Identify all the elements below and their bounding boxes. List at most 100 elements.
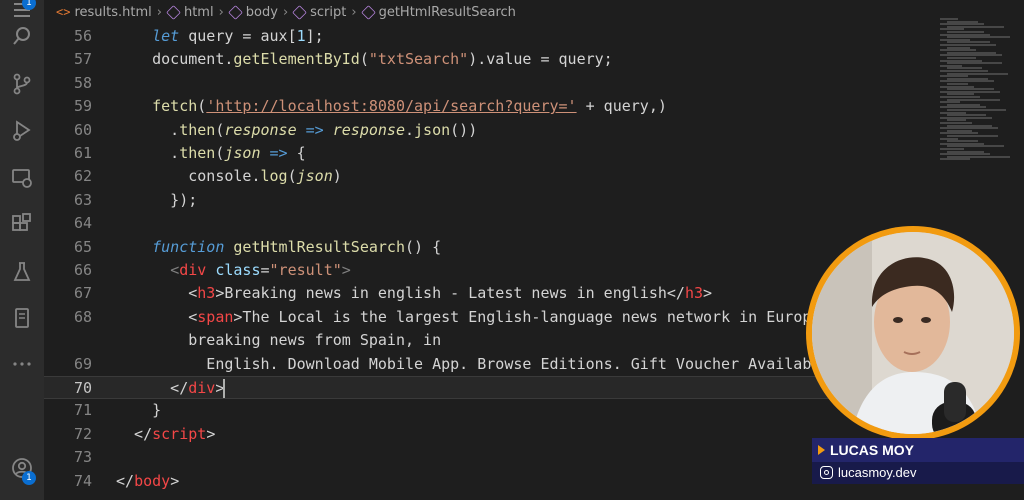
code-token: fetch bbox=[152, 97, 198, 116]
breadcrumb-item-label: html bbox=[183, 4, 214, 20]
code-token: console. bbox=[116, 167, 261, 186]
code-line[interactable]: 64 bbox=[44, 212, 934, 235]
code-token: json bbox=[224, 144, 261, 162]
minimap-line bbox=[940, 158, 970, 161]
code-token: . bbox=[116, 120, 180, 139]
search-icon[interactable] bbox=[8, 22, 36, 50]
element-icon bbox=[166, 4, 181, 20]
element-icon bbox=[292, 4, 307, 20]
code-line[interactable]: 68 <span>The Local is the largest Englis… bbox=[44, 306, 934, 329]
remote-explorer-icon[interactable] bbox=[8, 164, 36, 192]
code-line[interactable]: 74 </body> bbox=[44, 470, 934, 493]
code-text: function getHtmlResultSearch() { bbox=[116, 236, 441, 259]
code-text: </div> bbox=[116, 377, 224, 400]
code-token: = bbox=[260, 261, 270, 279]
code-line[interactable]: 72 </script> bbox=[44, 423, 934, 446]
code-line[interactable]: 67 <h3>Breaking news in english - Latest… bbox=[44, 282, 934, 305]
code-token: English. Download Mobile App. Browse Edi… bbox=[116, 354, 812, 373]
code-token: < bbox=[170, 261, 180, 279]
breadcrumb-file-label: results.html bbox=[74, 4, 152, 20]
line-number: 56 bbox=[73, 27, 92, 45]
code-token: ).value = query; bbox=[468, 50, 613, 69]
breadcrumb-item-label: script bbox=[310, 4, 347, 20]
code-line[interactable]: 65 function getHtmlResultSearch() { bbox=[44, 236, 934, 259]
code-token: > bbox=[703, 284, 713, 303]
activity-bar: 1 1 bbox=[0, 0, 44, 500]
chevron-right-icon: › bbox=[282, 4, 289, 20]
code-text: <h3>Breaking news in english - Latest ne… bbox=[116, 282, 712, 305]
line-number: 62 bbox=[73, 167, 92, 186]
chevron-right-icon: › bbox=[156, 4, 162, 20]
code-token: getElementById bbox=[233, 50, 360, 69]
code-line[interactable]: 66 <div class="result"> bbox=[44, 259, 934, 282]
more-icon[interactable] bbox=[8, 350, 36, 378]
code-token: response bbox=[332, 120, 405, 139]
code-line[interactable]: 69 English. Download Mobile App. Browse … bbox=[44, 353, 934, 376]
code-token: div bbox=[179, 261, 207, 279]
code-line[interactable]: 60 .then(response => response.json()) bbox=[44, 119, 934, 142]
code-token: + query,) bbox=[576, 97, 667, 116]
code-text: .then(response => response.json()) bbox=[116, 119, 477, 142]
code-token: span bbox=[197, 307, 234, 326]
run-debug-icon[interactable] bbox=[8, 116, 36, 144]
code-token: ( bbox=[359, 50, 369, 69]
text-cursor bbox=[223, 379, 225, 398]
code-line[interactable]: 63 }); bbox=[44, 189, 934, 212]
line-number: 72 bbox=[73, 424, 92, 443]
code-token: json bbox=[414, 120, 451, 139]
code-token: ()) bbox=[450, 120, 478, 139]
breadcrumb-item-body[interactable]: body bbox=[227, 4, 278, 20]
code-text: document.getElementById("txtSearch").val… bbox=[116, 48, 613, 71]
instagram-icon bbox=[820, 466, 833, 479]
code-line[interactable]: 61 .then(json => { bbox=[44, 142, 934, 165]
presenter-figure bbox=[812, 232, 1014, 434]
minimap[interactable] bbox=[934, 0, 1024, 170]
code-line[interactable]: 58 bbox=[44, 72, 934, 95]
code-token: document. bbox=[116, 50, 234, 69]
code-line[interactable]: 57 document.getElementById("txtSearch").… bbox=[44, 48, 934, 71]
breadcrumb-item-function[interactable]: getHtmlResultSearch bbox=[360, 4, 516, 20]
lower-third: LUCAS MOY lucasmoy.dev bbox=[812, 438, 1024, 484]
code-token: ) bbox=[332, 167, 342, 186]
line-number: 70 bbox=[73, 379, 92, 397]
code-token: function bbox=[152, 237, 225, 256]
breadcrumb-item-html[interactable]: html bbox=[166, 4, 214, 20]
code-token: >The Local is the largest English-langua… bbox=[233, 307, 821, 326]
code-editor[interactable]: 56 let query = aux[1]; 57 document.getEle… bbox=[44, 24, 934, 500]
code-text: breaking news from Spain, in bbox=[116, 329, 441, 352]
code-line[interactable]: 71 } bbox=[44, 399, 934, 422]
testing-icon[interactable] bbox=[8, 258, 36, 286]
code-text: <span>The Local is the largest English-l… bbox=[116, 306, 820, 329]
code-text: console.log(json) bbox=[116, 165, 342, 188]
code-line[interactable]: 73 bbox=[44, 446, 934, 469]
code-token: () { bbox=[405, 237, 442, 256]
code-line[interactable]: 56 let query = aux[1]; bbox=[44, 25, 934, 48]
line-number: 73 bbox=[73, 448, 92, 467]
line-number: 58 bbox=[73, 73, 92, 92]
code-line[interactable]: breaking news from Spain, in bbox=[44, 329, 934, 352]
code-token: log bbox=[260, 167, 288, 186]
html-file-icon: <> bbox=[56, 5, 71, 19]
code-token: >Breaking news in english - Latest news … bbox=[215, 284, 685, 303]
code-token: </ bbox=[116, 379, 189, 397]
bookmark-icon[interactable] bbox=[8, 304, 36, 332]
code-token: ( bbox=[197, 97, 207, 116]
chevron-right-icon: › bbox=[351, 4, 357, 20]
code-line[interactable]: 62 console.log(json) bbox=[44, 165, 934, 188]
code-line[interactable]: 59 fetch('http://localhost:8080/api/sear… bbox=[44, 95, 934, 118]
breadcrumb-file[interactable]: <> results.html bbox=[56, 5, 152, 20]
breadcrumb-item-script[interactable]: script bbox=[292, 4, 347, 20]
breadcrumb-item-label: body bbox=[245, 4, 278, 20]
code-token: class bbox=[215, 261, 261, 279]
code-line[interactable]: 70 </div> bbox=[44, 376, 934, 399]
code-text: <div class="result"> bbox=[116, 259, 351, 282]
line-number: 68 bbox=[73, 307, 92, 326]
line-number: 57 bbox=[73, 50, 92, 69]
extensions-icon[interactable] bbox=[8, 210, 36, 238]
code-token: body bbox=[134, 471, 171, 490]
source-control-icon[interactable] bbox=[8, 70, 36, 98]
function-icon bbox=[360, 4, 376, 20]
